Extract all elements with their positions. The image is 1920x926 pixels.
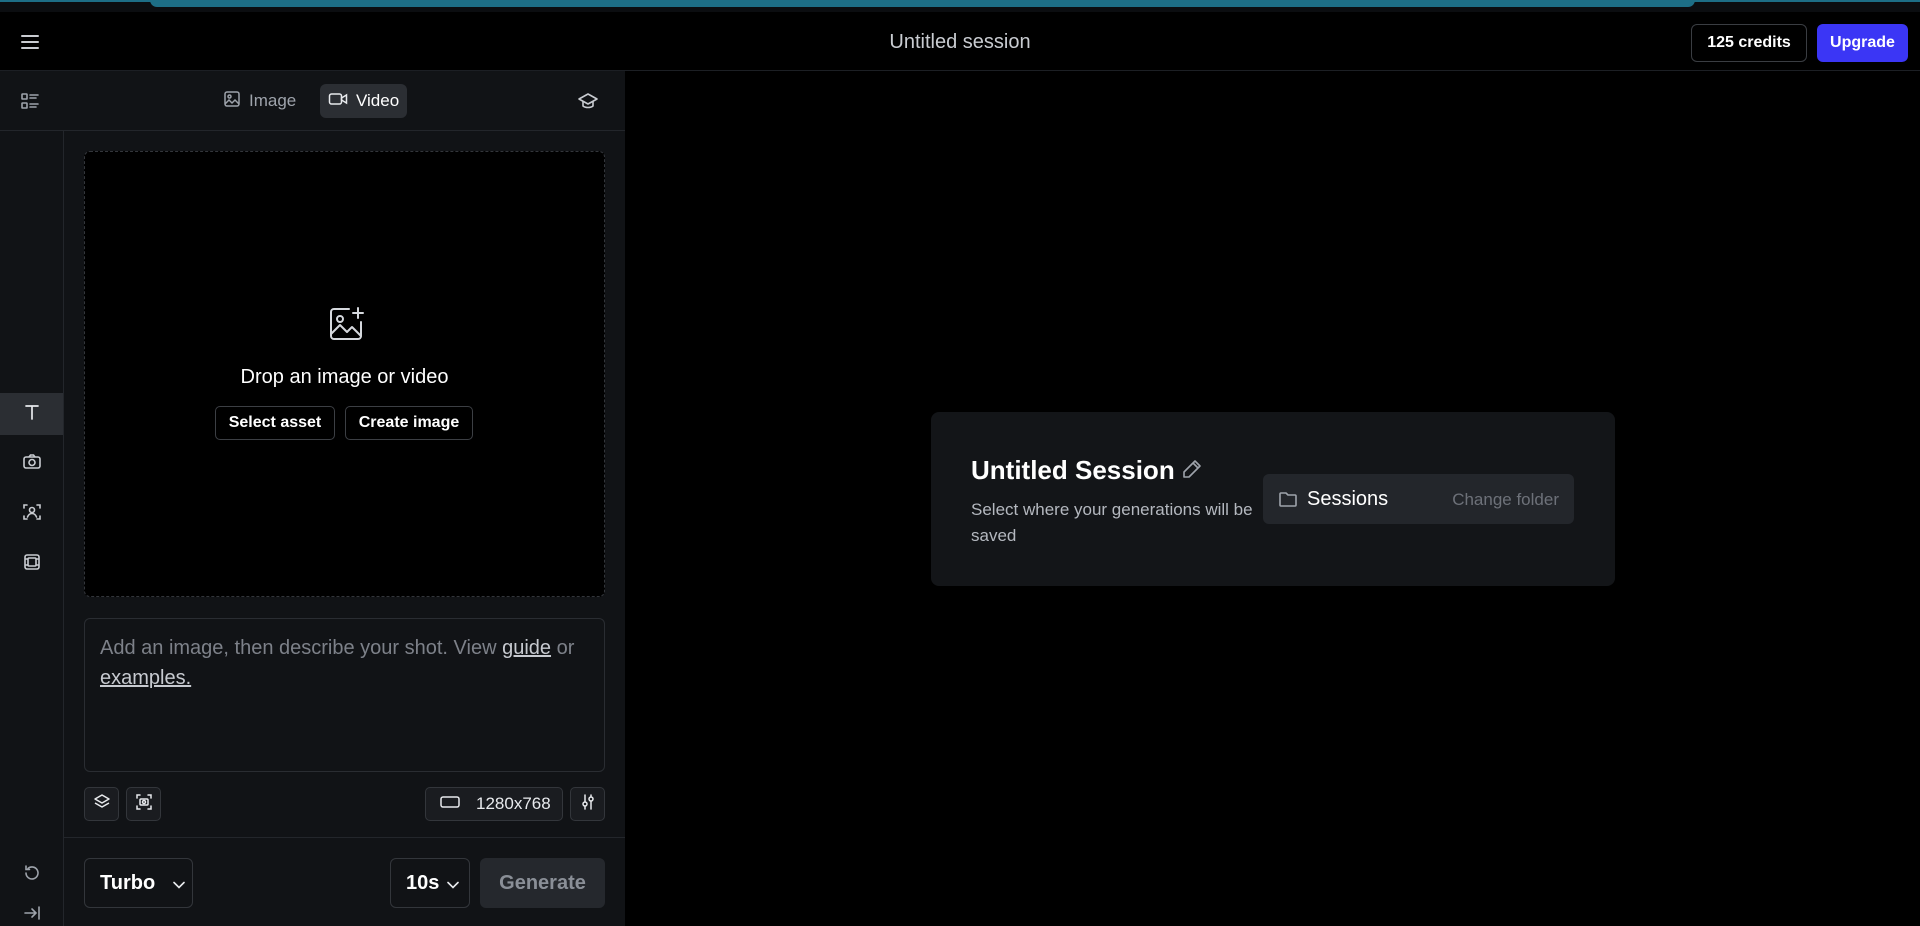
tab-video-label: Video <box>356 91 400 110</box>
tool-rail <box>0 131 64 926</box>
duration-select[interactable]: 10s <box>390 858 470 908</box>
upgrade-button[interactable]: Upgrade <box>1817 24 1908 62</box>
mode-switcher-bar: Image Video <box>0 71 625 131</box>
layers-button[interactable] <box>84 787 119 821</box>
tab-video[interactable]: Video <box>320 84 408 118</box>
settings-button[interactable] <box>570 787 605 821</box>
folder-selector[interactable]: Sessions Change folder <box>1263 474 1574 524</box>
chevron-down-icon <box>173 872 185 895</box>
collapse-icon <box>22 903 42 926</box>
text-icon <box>22 402 42 427</box>
app-header: Untitled session 125 credits Upgrade <box>0 12 1920 71</box>
resolution-label: 1280x768 <box>476 794 551 813</box>
chevron-down-icon <box>447 872 460 895</box>
layout-list-icon[interactable] <box>20 91 40 111</box>
rail-camera-tool[interactable] <box>0 443 63 485</box>
prompt-input[interactable]: Add an image, then describe your shot. V… <box>84 618 605 772</box>
model-label: Turbo <box>100 871 156 894</box>
scan-icon <box>135 793 153 816</box>
dropzone-text: Drop an image or video <box>240 366 449 388</box>
image-icon <box>223 90 241 113</box>
browser-top-strip <box>0 0 1920 12</box>
generate-button[interactable]: Generate <box>480 858 605 908</box>
footer-divider <box>64 837 625 838</box>
camera-icon <box>22 452 42 477</box>
session-card-description: Select where your generations will be sa… <box>971 500 1253 545</box>
resolution-button[interactable]: 1280x768 <box>425 787 563 821</box>
top-bar <box>150 0 1695 7</box>
aspect-ratio-icon <box>440 794 460 814</box>
face-scan-icon <box>22 502 42 527</box>
prompt-placeholder-middle: or <box>551 637 575 659</box>
prompt-placeholder-start: Add an image, then describe your shot. V… <box>100 637 503 659</box>
model-select[interactable]: Turbo <box>84 858 193 908</box>
guide-link[interactable]: guide <box>502 637 551 659</box>
session-card: Untitled Session Select where your gener… <box>931 412 1615 586</box>
rail-frames-tool[interactable] <box>0 543 63 585</box>
create-image-button[interactable]: Create image <box>345 406 473 440</box>
credits-badge[interactable]: 125 credits <box>1691 24 1807 62</box>
pencil-edit-icon[interactable] <box>1180 457 1204 481</box>
rail-face-tool[interactable] <box>0 493 63 535</box>
add-image-icon <box>327 305 365 343</box>
left-panel: Image Video Drop an image or video Selec… <box>0 71 625 926</box>
layers-icon <box>93 793 111 816</box>
tab-image[interactable]: Image <box>215 84 304 118</box>
rail-collapse-button[interactable] <box>0 894 63 926</box>
examples-link[interactable]: examples. <box>100 667 191 689</box>
tab-image-label: Image <box>249 91 297 110</box>
session-title[interactable]: Untitled session <box>0 31 1920 54</box>
frames-icon <box>22 552 42 577</box>
graduation-cap-icon[interactable] <box>577 91 599 111</box>
folder-icon <box>1278 489 1298 509</box>
rail-history-button[interactable] <box>0 854 63 896</box>
media-dropzone[interactable]: Drop an image or video Select asset Crea… <box>84 151 605 597</box>
reference-scan-button[interactable] <box>126 787 161 821</box>
sliders-icon <box>579 793 597 816</box>
change-folder-link[interactable]: Change folder <box>1452 490 1559 510</box>
video-camera-icon <box>328 90 348 113</box>
rail-text-tool[interactable] <box>0 393 63 435</box>
folder-name: Sessions <box>1307 488 1389 510</box>
duration-label: 10s <box>406 871 440 894</box>
history-icon <box>22 863 42 888</box>
session-card-title: Untitled Session <box>971 455 1175 485</box>
select-asset-button[interactable]: Select asset <box>215 406 335 440</box>
